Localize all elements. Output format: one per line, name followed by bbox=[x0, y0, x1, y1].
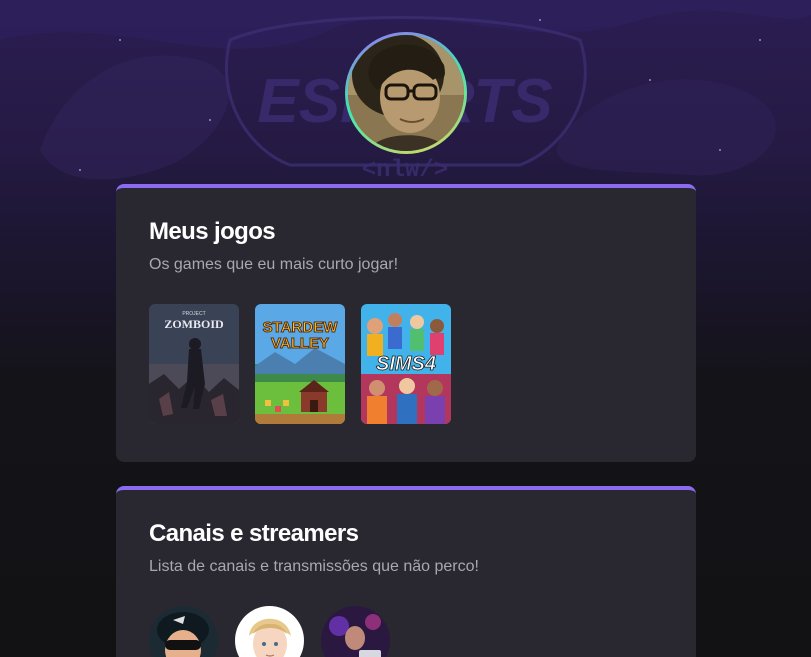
channels-subtitle: Lista de canais e transmissões que não p… bbox=[149, 558, 479, 575]
profile-photo-image bbox=[348, 35, 464, 151]
streamer-2-image bbox=[235, 606, 304, 657]
the-sims-4-cover-image: SIMS4 bbox=[361, 304, 451, 424]
stardew-valley-cover-image: STARDEW VALLEY bbox=[255, 304, 345, 424]
project-zomboid-cover-image: PROJECT ZOMBOID bbox=[149, 304, 239, 424]
streamer-3-image bbox=[321, 606, 390, 657]
channels-title: Canais e streamers bbox=[149, 520, 359, 547]
project-zomboid-cover-text: ZOMBOID bbox=[164, 317, 224, 331]
game-cover-project-zomboid[interactable]: PROJECT ZOMBOID bbox=[149, 304, 239, 424]
games-subtitle: Os games que eu mais curto jogar! bbox=[149, 256, 399, 273]
game-cover-stardew-valley[interactable]: STARDEW VALLEY bbox=[255, 304, 345, 424]
stardew-valley-cover-text-line1: STARDEW bbox=[263, 319, 339, 336]
games-card: Meus jogos Os games que eu mais curto jo… bbox=[116, 184, 696, 462]
streamer-avatar-2[interactable] bbox=[235, 606, 304, 657]
profile-avatar bbox=[348, 35, 464, 151]
games-list: PROJECT ZOMBOID STARDEW VALLEY SIMS4 bbox=[149, 304, 663, 424]
games-title: Meus jogos bbox=[149, 218, 276, 245]
stardew-valley-cover-text-line2: VALLEY bbox=[271, 335, 329, 352]
channels-card: Canais e streamers Lista de canais e tra… bbox=[116, 486, 696, 657]
game-cover-the-sims-4[interactable]: SIMS4 bbox=[361, 304, 451, 424]
page: ESPORTS <nlw/> Meus jogos bbox=[0, 0, 811, 657]
streamer-avatar-3[interactable] bbox=[321, 606, 390, 657]
profile-avatar-ring bbox=[345, 32, 467, 154]
the-sims-4-cover-text: SIMS4 bbox=[376, 353, 436, 375]
nlw-logo-text: <nlw/> bbox=[362, 157, 448, 184]
streamer-avatar-1[interactable] bbox=[149, 606, 218, 657]
streamer-1-image bbox=[149, 606, 218, 657]
streamers-list bbox=[149, 606, 663, 657]
